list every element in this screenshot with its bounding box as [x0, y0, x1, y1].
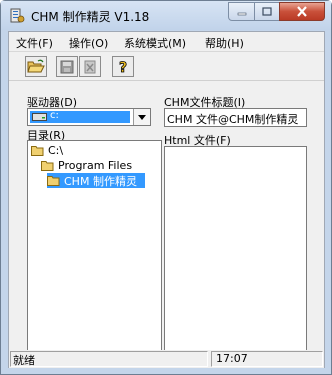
maximize-icon	[262, 7, 272, 16]
status-time: 17:07	[211, 351, 323, 367]
chevron-down-icon	[138, 114, 146, 120]
open-folder-icon	[27, 59, 45, 73]
help-button[interactable]: ?	[112, 56, 134, 77]
save-button[interactable]	[56, 56, 78, 77]
toolbar: ?	[9, 53, 324, 81]
list-item-selected[interactable]: CHM 制作精灵	[47, 173, 145, 188]
window-title: CHM 制作精灵 V1.18	[31, 10, 150, 24]
close-icon	[297, 6, 307, 17]
open-folder-icon	[41, 161, 54, 171]
app-window: CHM 制作精灵 V1.18 文件(F) 操作(O) 系统模式(M) 帮助(H)	[0, 0, 332, 375]
open-folder-icon	[47, 176, 60, 186]
directory-list[interactable]: C:\ Program Files CHM 制作精灵	[27, 140, 162, 364]
drive-selection: c:	[30, 110, 130, 123]
directory-item-label: C:\	[48, 144, 64, 157]
open-button[interactable]	[25, 56, 47, 77]
menu-operate[interactable]: 操作(O)	[69, 35, 108, 51]
client-area: 文件(F) 操作(O) 系统模式(M) 帮助(H) ? 驱动器(D) c: 目录…	[8, 31, 325, 368]
title-bar[interactable]: CHM 制作精灵 V1.18	[1, 1, 331, 30]
drive-select[interactable]: c:	[27, 108, 151, 126]
directory-item-label: CHM 制作精灵	[64, 174, 137, 188]
html-files-list[interactable]	[164, 146, 307, 364]
list-item[interactable]: Program Files	[41, 158, 132, 173]
menu-file[interactable]: 文件(F)	[16, 35, 53, 51]
maximize-button[interactable]	[254, 2, 280, 21]
question-mark-icon: ?	[119, 59, 128, 75]
open-folder-icon	[31, 146, 44, 156]
chm-title-input[interactable]: CHM 文件@CHM制作精灵	[164, 108, 307, 127]
floppy-disk-icon	[60, 60, 74, 73]
minimize-button[interactable]	[228, 2, 255, 21]
drive-value: c:	[50, 110, 59, 121]
menu-help[interactable]: 帮助(H)	[205, 35, 244, 51]
directory-item-label: Program Files	[58, 159, 133, 172]
delete-icon	[84, 60, 96, 73]
menu-system-mode[interactable]: 系统模式(M)	[124, 35, 186, 51]
hard-drive-icon	[32, 113, 47, 121]
status-message: 就绪	[10, 351, 208, 367]
status-bar: 就绪 17:07	[9, 350, 324, 368]
menu-bar: 文件(F) 操作(O) 系统模式(M) 帮助(H)	[9, 32, 324, 52]
delete-button[interactable]	[79, 56, 101, 77]
drive-dropdown-button[interactable]	[133, 109, 150, 125]
minimize-icon	[237, 12, 246, 15]
app-icon	[10, 8, 25, 23]
close-button[interactable]	[279, 2, 325, 21]
svg-text:?: ?	[119, 60, 127, 75]
list-item[interactable]: C:\	[31, 143, 63, 158]
